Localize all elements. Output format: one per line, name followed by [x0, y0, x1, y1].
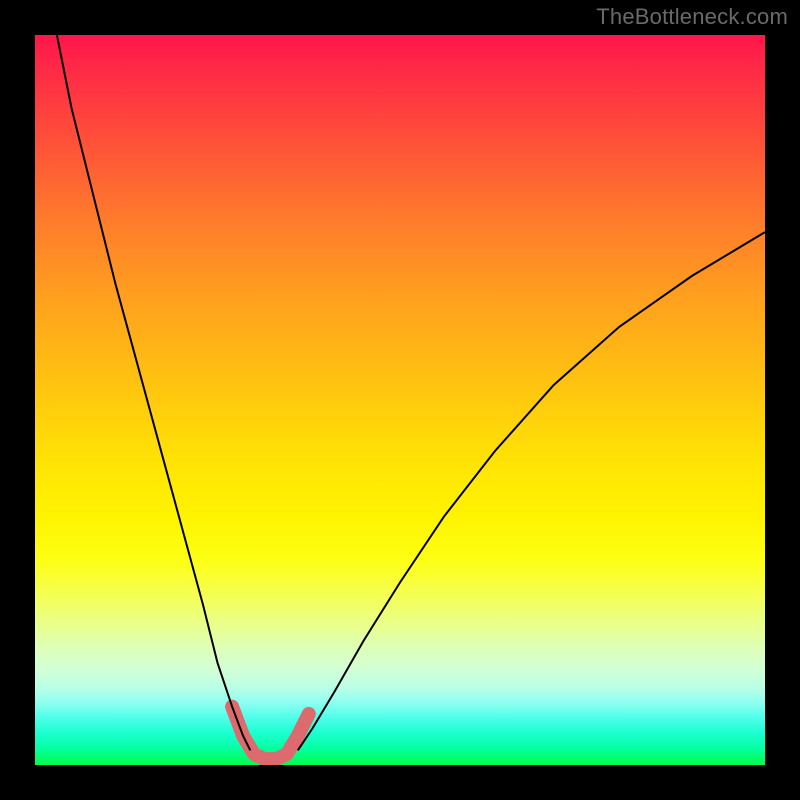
left-branch-path: [57, 35, 250, 750]
chart-svg: [35, 35, 765, 765]
right-branch-path: [298, 232, 765, 750]
trough-highlight-path: [232, 707, 309, 760]
chart-plot-area: [35, 35, 765, 765]
watermark-text: TheBottleneck.com: [596, 4, 788, 30]
